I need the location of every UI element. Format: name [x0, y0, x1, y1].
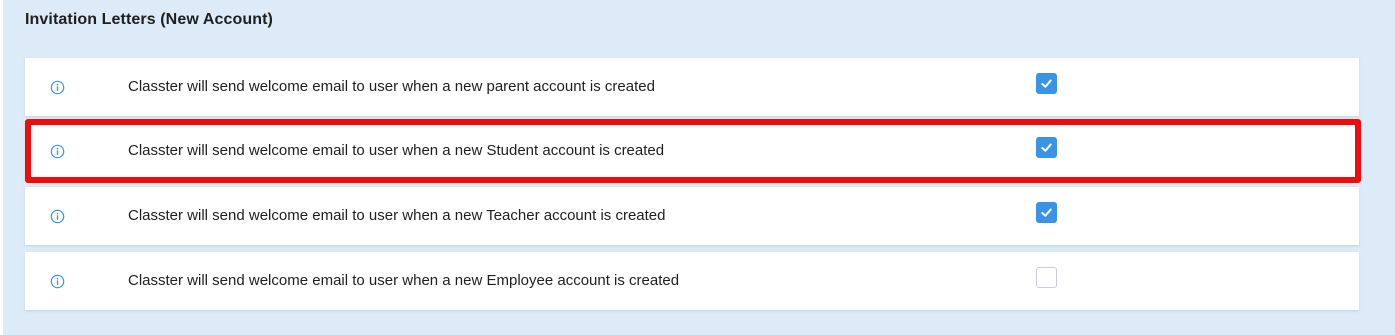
info-icon[interactable]: [50, 209, 65, 224]
checkbox-employee[interactable]: [1036, 267, 1057, 288]
info-icon[interactable]: [50, 274, 65, 289]
checkbox-student[interactable]: [1036, 137, 1057, 158]
setting-row-student: Classter will send welcome email to user…: [25, 122, 1359, 180]
section-title: Invitation Letters (New Account): [25, 11, 273, 28]
info-icon[interactable]: [50, 144, 65, 159]
setting-row-employee: Classter will send welcome email to user…: [25, 252, 1359, 310]
left-edge-divider: [0, 0, 3, 335]
setting-label-teacher: Classter will send welcome email to user…: [128, 207, 666, 224]
checkbox-parent[interactable]: [1036, 73, 1057, 94]
checkmark-icon: [1041, 143, 1052, 152]
checkmark-icon: [1041, 208, 1052, 217]
checkbox-teacher[interactable]: [1036, 202, 1057, 223]
setting-row-teacher: Classter will send welcome email to user…: [25, 187, 1359, 245]
setting-label-student: Classter will send welcome email to user…: [128, 142, 665, 159]
setting-label-employee: Classter will send welcome email to user…: [128, 272, 680, 289]
setting-row-parent: Classter will send welcome email to user…: [25, 58, 1359, 116]
checkmark-icon: [1041, 79, 1052, 88]
setting-label-parent: Classter will send welcome email to user…: [128, 78, 655, 95]
info-icon[interactable]: [50, 80, 65, 95]
